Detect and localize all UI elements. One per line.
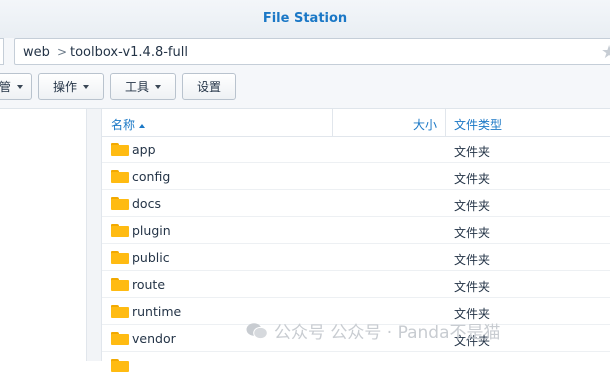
- table-row[interactable]: public 文件夹: [102, 244, 610, 271]
- table-header: 名称 大小 文件类型: [102, 109, 610, 137]
- action-button[interactable]: 操作: [38, 73, 104, 100]
- file-type: 文件夹: [454, 280, 491, 294]
- manage-button-label: 管: [0, 80, 11, 94]
- address-bar[interactable]: web > toolbox-v1.4.8-full ★: [14, 38, 610, 65]
- file-type: 文件夹: [454, 172, 491, 186]
- tools-button-label: 工具: [124, 80, 149, 94]
- file-name: app: [132, 142, 156, 157]
- column-divider[interactable]: [332, 109, 333, 136]
- file-type: 文件夹: [454, 226, 491, 240]
- folder-icon: [111, 197, 129, 210]
- column-header-name[interactable]: 名称: [111, 116, 146, 133]
- table-row[interactable]: app 文件夹: [102, 136, 610, 163]
- file-name: plugin: [132, 223, 171, 238]
- folder-icon: [111, 305, 129, 318]
- title-bar: File Station: [0, 0, 610, 39]
- chevron-down-icon: [155, 84, 161, 89]
- file-name: vendor: [132, 331, 176, 346]
- file-name: runtime: [132, 304, 182, 319]
- tools-button[interactable]: 工具: [110, 73, 176, 100]
- table-row[interactable]: route 文件夹: [102, 271, 610, 298]
- nav-button-edge[interactable]: [0, 38, 4, 65]
- folder-icon: [111, 224, 129, 237]
- manage-button[interactable]: 管: [0, 73, 32, 100]
- favorite-star-icon[interactable]: ★: [601, 42, 610, 63]
- table-row[interactable]: [102, 352, 610, 379]
- panel-splitter[interactable]: [86, 109, 102, 361]
- file-name: config: [132, 169, 171, 184]
- watermark: 公众号 公众号 · Panda不是猫: [246, 318, 501, 343]
- wechat-icon: [246, 322, 268, 339]
- table-row[interactable]: config 文件夹: [102, 163, 610, 190]
- table-row[interactable]: plugin 文件夹: [102, 217, 610, 244]
- file-type: 文件夹: [454, 145, 491, 159]
- watermark-text: 公众号 公众号 · Panda不是猫: [274, 323, 501, 343]
- folder-icon: [111, 332, 129, 345]
- folder-icon: [111, 251, 129, 264]
- folder-icon: [111, 278, 129, 291]
- address-row: web > toolbox-v1.4.8-full ★: [0, 38, 610, 68]
- chevron-down-icon: [17, 84, 23, 89]
- settings-button[interactable]: 设置: [182, 73, 236, 100]
- sort-ascending-icon: [139, 123, 146, 128]
- file-type: 文件夹: [454, 199, 491, 213]
- action-button-label: 操作: [52, 80, 77, 94]
- column-divider[interactable]: [445, 109, 446, 136]
- file-name: route: [132, 277, 166, 292]
- file-type: 文件夹: [454, 253, 491, 267]
- window-title: File Station: [262, 11, 348, 26]
- table-row[interactable]: docs 文件夹: [102, 190, 610, 217]
- column-header-type[interactable]: 文件类型: [454, 116, 502, 133]
- breadcrumb-toolbox[interactable]: toolbox-v1.4.8-full: [70, 45, 188, 60]
- folder-icon: [111, 170, 129, 183]
- file-name: docs: [132, 196, 161, 211]
- folder-tree-sidebar[interactable]: [0, 109, 85, 361]
- settings-button-label: 设置: [196, 80, 221, 94]
- breadcrumb-web[interactable]: web: [23, 45, 50, 60]
- toolbar: 管 操作 工具 设置: [0, 68, 610, 109]
- column-header-size[interactable]: 大小: [413, 116, 437, 133]
- breadcrumb-separator: >: [57, 45, 68, 59]
- chevron-down-icon: [83, 84, 89, 89]
- file-name: public: [132, 250, 170, 265]
- folder-icon: [111, 143, 129, 156]
